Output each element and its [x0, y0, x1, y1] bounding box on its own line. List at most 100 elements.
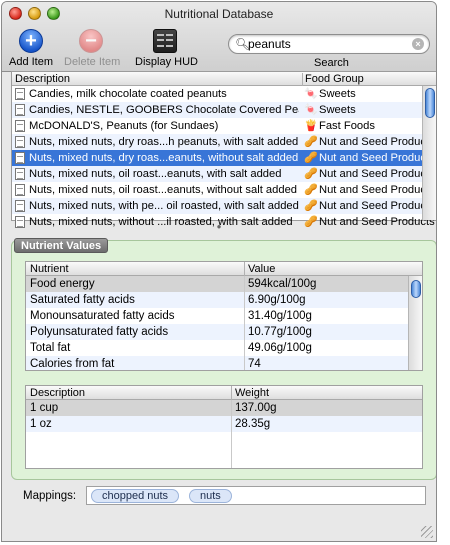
weight-description: 1 cup [30, 402, 59, 414]
nutrient-value: 6.90g/100g [248, 294, 306, 306]
nutrient-values-title: Nutrient Values [14, 238, 109, 253]
document-icon [15, 88, 25, 100]
row-food-group: Nut and Seed Products [319, 184, 435, 196]
nutrient-value: 31.40g/100g [248, 310, 312, 322]
nutrient-name: Polyunsaturated fatty acids [30, 326, 169, 338]
column-header-weight[interactable]: Weight [235, 387, 269, 399]
nut-icon: 🥜 [304, 184, 318, 196]
weight-value: 28.35g [235, 418, 271, 430]
plus-icon: + [19, 29, 43, 53]
nutrient-table: Nutrient Value Food energy 594kcal/100g Sa… [25, 261, 423, 371]
table-row[interactable]: Candies, milk chocolate coated peanuts 🍬 S… [12, 86, 436, 102]
weight-value: 137.00g [235, 402, 277, 414]
split-view-divider[interactable]: ● [2, 223, 436, 231]
minus-icon: − [79, 29, 103, 53]
delete-item-label: Delete Item [64, 56, 121, 68]
row-food-group: Sweets [319, 88, 356, 100]
row-food-group: Sweets [319, 104, 356, 116]
display-hud-label: Display HUD [135, 56, 198, 68]
foods-table: Description Food Group Candies, milk cho… [11, 71, 436, 228]
search-input[interactable] [248, 36, 413, 52]
table-row[interactable]: McDONALD'S, Peanuts (for Sundaes) 🍟 Fast F… [12, 118, 436, 134]
scroll-thumb[interactable] [425, 88, 435, 118]
table-row[interactable]: Total fat 49.06g/100g [26, 340, 422, 356]
column-header-weight-description[interactable]: Description [30, 387, 85, 399]
row-description: Candies, milk chocolate coated peanuts [29, 88, 227, 100]
add-item-button[interactable]: + Add Item [8, 29, 54, 68]
table-row[interactable]: Calories from fat 74 [26, 356, 422, 370]
foods-table-body: Candies, milk chocolate coated peanuts 🍬 S… [12, 86, 436, 230]
foods-table-header: Description Food Group [12, 72, 436, 86]
table-row[interactable]: Nuts, mixed nuts, dry roas...eanuts, wit… [12, 150, 436, 166]
table-row[interactable]: Food energy 594kcal/100g [26, 276, 422, 292]
candy-icon: 🍬 [304, 104, 318, 116]
column-header-nutrient[interactable]: Nutrient [30, 263, 69, 275]
document-icon [15, 184, 25, 196]
search-field[interactable]: 🔍︎ × [228, 34, 430, 54]
nutrient-value: 49.06g/100g [248, 342, 312, 354]
column-header-value[interactable]: Value [248, 263, 275, 275]
document-icon [15, 200, 25, 212]
nutrient-name: Calories from fat [30, 358, 115, 370]
display-hud-button[interactable]: Display HUD [135, 29, 198, 68]
nut-icon: 🥜 [304, 168, 318, 180]
weights-table: Description Weight 1 cup 137.00g 1 oz 28.35… [25, 385, 423, 469]
nutrient-table-scrollbar[interactable] [408, 276, 422, 370]
nutrient-values-panel: Nutrient Value Food energy 594kcal/100g Sa… [11, 240, 436, 480]
table-row[interactable]: Monounsaturated fatty acids 31.40g/100g [26, 308, 422, 324]
fries-icon: 🍟 [304, 120, 318, 132]
nutrient-name: Food energy [30, 278, 95, 290]
table-row[interactable]: Saturated fatty acids 6.90g/100g [26, 292, 422, 308]
app-window: Nutritional Database + Add Item − Delete… [1, 1, 437, 542]
table-row[interactable]: Nuts, mixed nuts, dry roas...h peanuts, … [12, 134, 436, 150]
table-row[interactable]: Nuts, mixed nuts, oil roast...eanuts, wi… [12, 166, 436, 182]
row-food-group: Nut and Seed Products [319, 168, 435, 180]
row-description: Candies, NESTLE, GOOBERS Chocolate Cover… [29, 104, 299, 116]
resize-grip-icon[interactable] [421, 526, 433, 538]
row-description: Nuts, mixed nuts, oil roast...eanuts, wi… [29, 168, 282, 180]
row-description: McDONALD'S, Peanuts (for Sundaes) [29, 120, 219, 132]
column-header-food-group[interactable]: Food Group [302, 73, 364, 86]
table-row[interactable]: Candies, NESTLE, GOOBERS Chocolate Cover… [12, 102, 436, 118]
row-description: Nuts, mixed nuts, dry roas...h peanuts, … [29, 136, 299, 148]
nutrient-value: 594kcal/100g [248, 278, 317, 290]
document-icon [15, 136, 25, 148]
row-description: Nuts, mixed nuts, oil roast...eanuts, wi… [29, 184, 298, 196]
column-header-description[interactable]: Description [15, 73, 70, 85]
nutrient-name: Monounsaturated fatty acids [30, 310, 175, 322]
nut-icon: 🥜 [304, 200, 318, 212]
nutrient-scroll-thumb[interactable] [411, 280, 421, 298]
delete-item-button[interactable]: − Delete Item [64, 29, 121, 68]
row-description: Nuts, mixed nuts, dry roas...eanuts, wit… [29, 152, 299, 164]
weights-table-body: 1 cup 137.00g 1 oz 28.35g [26, 400, 422, 432]
table-row[interactable]: Nuts, mixed nuts, with pe... oil roasted… [12, 198, 436, 214]
row-food-group: Nut and Seed Products [319, 136, 435, 148]
nutrient-value: 10.77g/100g [248, 326, 312, 338]
foods-table-scrollbar[interactable] [422, 86, 436, 220]
nut-icon: 🥜 [304, 152, 318, 164]
clear-search-icon[interactable]: × [412, 38, 424, 50]
document-icon [15, 152, 25, 164]
mappings-token-field[interactable]: chopped nuts nuts [86, 486, 426, 505]
mapping-token[interactable]: chopped nuts [91, 489, 180, 503]
table-row[interactable]: Polyunsaturated fatty acids 10.77g/100g [26, 324, 422, 340]
title-bar: Nutritional Database + Add Item − Delete… [2, 2, 436, 72]
mappings-label: Mappings: [23, 490, 77, 502]
nutrient-name: Total fat [30, 342, 71, 354]
hud-icon [153, 29, 177, 53]
table-row[interactable]: 1 oz 28.35g [26, 416, 422, 432]
row-food-group: Nut and Seed Products [319, 152, 435, 164]
nutrient-name: Saturated fatty acids [30, 294, 135, 306]
search-label: Search [314, 57, 349, 69]
mapping-token[interactable]: nuts [189, 489, 232, 503]
table-row[interactable]: Nuts, mixed nuts, oil roast...eanuts, wi… [12, 182, 436, 198]
document-icon [15, 120, 25, 132]
row-food-group: Fast Foods [319, 120, 375, 132]
row-food-group: Nut and Seed Products [319, 200, 435, 212]
nutrient-table-body: Food energy 594kcal/100g Saturated fatty a… [26, 276, 422, 370]
document-icon [15, 168, 25, 180]
table-row[interactable]: 1 cup 137.00g [26, 400, 422, 416]
nut-icon: 🥜 [304, 136, 318, 148]
document-icon [15, 104, 25, 116]
nutrient-value: 74 [248, 358, 261, 370]
